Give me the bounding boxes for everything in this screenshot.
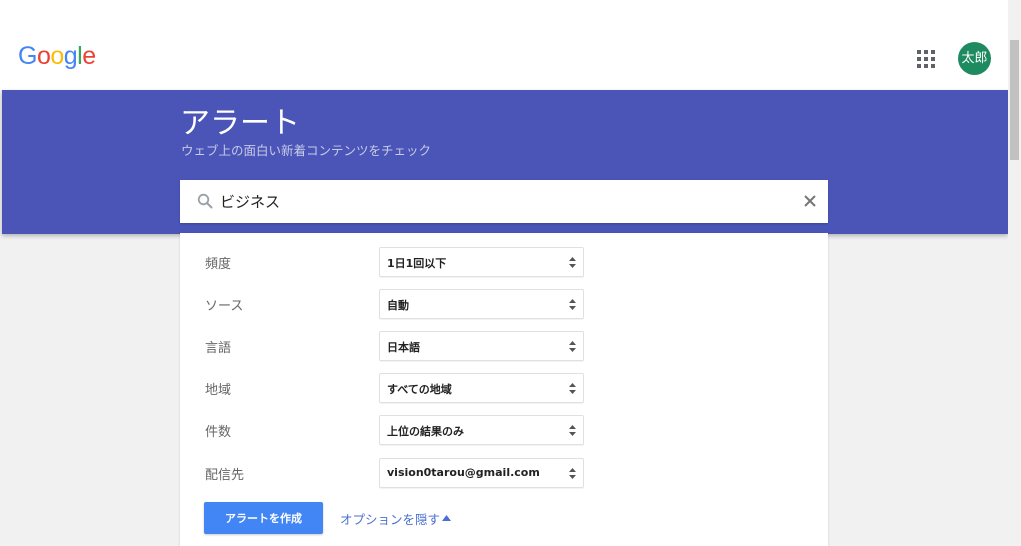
select-arrows-icon [569, 299, 576, 310]
search-box [180, 180, 828, 223]
logo-letter: o [50, 42, 64, 70]
search-input[interactable] [220, 188, 800, 214]
logo-letter: G [18, 42, 37, 70]
option-row-region: 地域 すべての地域 [180, 373, 828, 403]
option-row-delivery: 配信先 vision0tarou@gmail.com [180, 458, 828, 488]
option-label: 言語 [205, 341, 232, 356]
search-icon [197, 193, 213, 209]
hide-options-link[interactable]: オプションを隠す [340, 509, 440, 528]
count-select[interactable]: 上位の結果のみ [379, 415, 584, 445]
page-subtitle: ウェブ上の面白い新着コンテンツをチェック [181, 143, 432, 158]
option-row-language: 言語 日本語 [180, 331, 828, 361]
select-arrows-icon [569, 425, 576, 436]
select-value: すべての地域 [387, 383, 452, 396]
select-arrows-icon [569, 257, 576, 268]
page-title: アラート [180, 106, 300, 141]
frequency-select[interactable]: 1日1回以下 [379, 247, 584, 277]
close-icon[interactable] [802, 193, 818, 209]
create-alert-button[interactable]: アラートを作成 [204, 502, 323, 534]
top-bar: Google 太郎 [0, 0, 1008, 90]
option-label: 配信先 [205, 468, 245, 483]
logo-letter: o [36, 42, 51, 70]
logo-letter: e [82, 42, 96, 70]
select-value: 自動 [387, 299, 409, 312]
avatar[interactable]: 太郎 [958, 42, 991, 75]
select-value: 日本語 [387, 341, 420, 354]
select-arrows-icon [569, 383, 576, 394]
option-label: 地域 [205, 383, 232, 398]
select-arrows-icon [569, 468, 576, 479]
google-logo[interactable]: Google [18, 42, 96, 71]
region-select[interactable]: すべての地域 [379, 373, 584, 403]
option-row-frequency: 頻度 1日1回以下 [180, 247, 828, 277]
select-arrows-icon [569, 341, 576, 352]
apps-grid-icon[interactable] [917, 50, 935, 68]
option-label: 頻度 [205, 257, 232, 272]
option-label: ソース [205, 299, 244, 314]
language-select[interactable]: 日本語 [379, 331, 584, 361]
alert-options-panel: 頻度 1日1回以下 ソース 自動 言語 日本語 地域 すべての地域 件数 上位の… [180, 233, 828, 546]
option-label: 件数 [205, 425, 232, 440]
scrollbar-thumb[interactable] [1010, 40, 1019, 160]
select-value: 1日1回以下 [387, 257, 447, 270]
delivery-select[interactable]: vision0tarou@gmail.com [379, 458, 584, 488]
select-value: 上位の結果のみ [387, 425, 464, 438]
caret-up-icon[interactable] [442, 515, 451, 521]
select-value: vision0tarou@gmail.com [387, 466, 540, 479]
logo-letter: g [63, 42, 78, 70]
source-select[interactable]: 自動 [379, 289, 584, 319]
option-row-count: 件数 上位の結果のみ [180, 415, 828, 445]
option-row-source: ソース 自動 [180, 289, 828, 319]
